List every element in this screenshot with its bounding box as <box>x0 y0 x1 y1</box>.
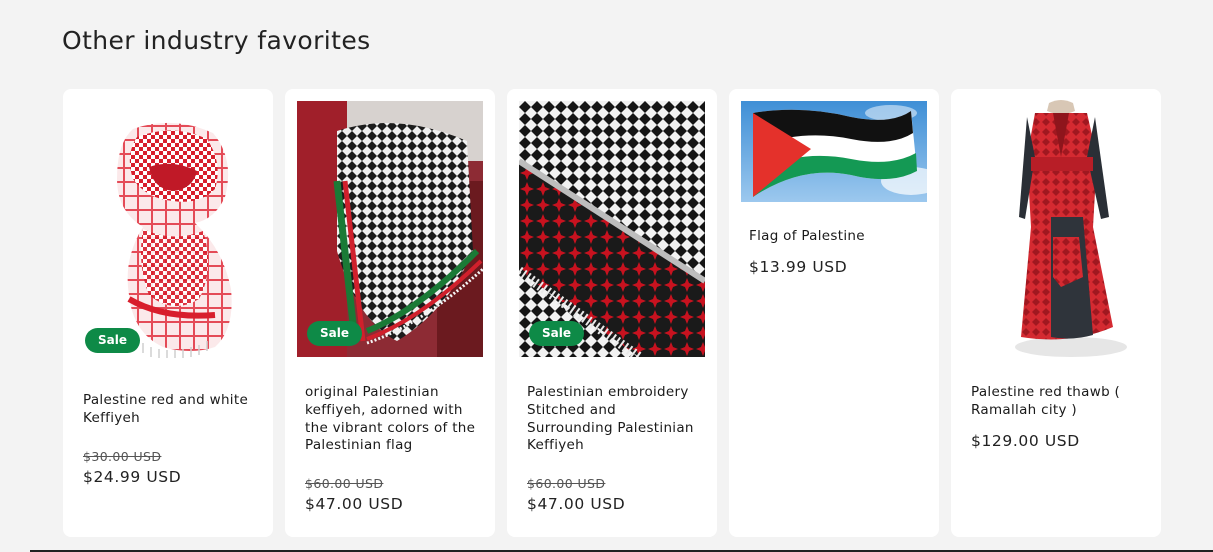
sale-price: $24.99 USD <box>83 467 182 486</box>
regular-price: $60.00 USD <box>305 476 384 492</box>
regular-price: $60.00 USD <box>527 476 606 492</box>
product-title[interactable]: Palestine red thawb ( Ramallah city ) <box>971 384 1147 420</box>
price: $60.00 USD $47.00 USD <box>527 476 703 513</box>
product-title[interactable]: Palestine red and white Keffiyeh <box>83 392 259 428</box>
product-card-red-thawb[interactable]: Palestine red thawb ( Ramallah city ) $1… <box>951 89 1161 537</box>
regular-price: $129.00 USD <box>971 431 1080 450</box>
product-card-embroidered-keffiyeh[interactable]: Sale Palestinian embroidery Stitched and… <box>507 89 717 537</box>
product-card-red-white-keffiyeh[interactable]: Sale Palestine red and white Keffiyeh $3… <box>63 89 273 537</box>
product-section: Other industry favorites Sale Palestine … <box>0 0 1213 552</box>
product-info: Palestine red thawb ( Ramallah city ) $1… <box>971 384 1147 450</box>
sale-badge: Sale <box>307 321 362 346</box>
section-title: Other industry favorites <box>62 26 371 55</box>
product-title[interactable]: Palestinian embroidery Stitched and Surr… <box>527 384 703 455</box>
product-info: original Palestinian keffiyeh, adorned w… <box>305 384 481 513</box>
price: $13.99 USD <box>749 258 925 276</box>
product-info: Flag of Palestine $13.99 USD <box>749 228 925 276</box>
product-card-palestine-flag[interactable]: Flag of Palestine $13.99 USD <box>729 89 939 537</box>
embroidered-keffiyeh-image[interactable] <box>519 101 705 357</box>
price: $30.00 USD $24.99 USD <box>83 449 259 486</box>
product-info: Palestine red and white Keffiyeh $30.00 … <box>83 392 259 486</box>
sale-price: $47.00 USD <box>527 495 626 514</box>
sale-badge: Sale <box>529 321 584 346</box>
product-card-flag-keffiyeh[interactable]: Sale original Palestinian keffiyeh, ador… <box>285 89 495 537</box>
palestine-flag-image[interactable] <box>741 101 927 202</box>
flag-color-keffiyeh-image[interactable] <box>297 101 483 357</box>
product-grid: Sale Palestine red and white Keffiyeh $3… <box>63 89 1161 537</box>
price: $60.00 USD $47.00 USD <box>305 476 481 513</box>
sale-price: $47.00 USD <box>305 495 404 514</box>
product-info: Palestinian embroidery Stitched and Surr… <box>527 384 703 513</box>
product-title[interactable]: Flag of Palestine <box>749 228 925 246</box>
regular-price: $13.99 USD <box>749 257 848 276</box>
red-thawb-dress-image[interactable] <box>991 97 1131 359</box>
product-title[interactable]: original Palestinian keffiyeh, adorned w… <box>305 384 481 455</box>
regular-price: $30.00 USD <box>83 448 162 464</box>
red-white-keffiyeh-image[interactable] <box>103 119 243 359</box>
sale-badge: Sale <box>85 328 140 353</box>
price: $129.00 USD <box>971 432 1147 450</box>
